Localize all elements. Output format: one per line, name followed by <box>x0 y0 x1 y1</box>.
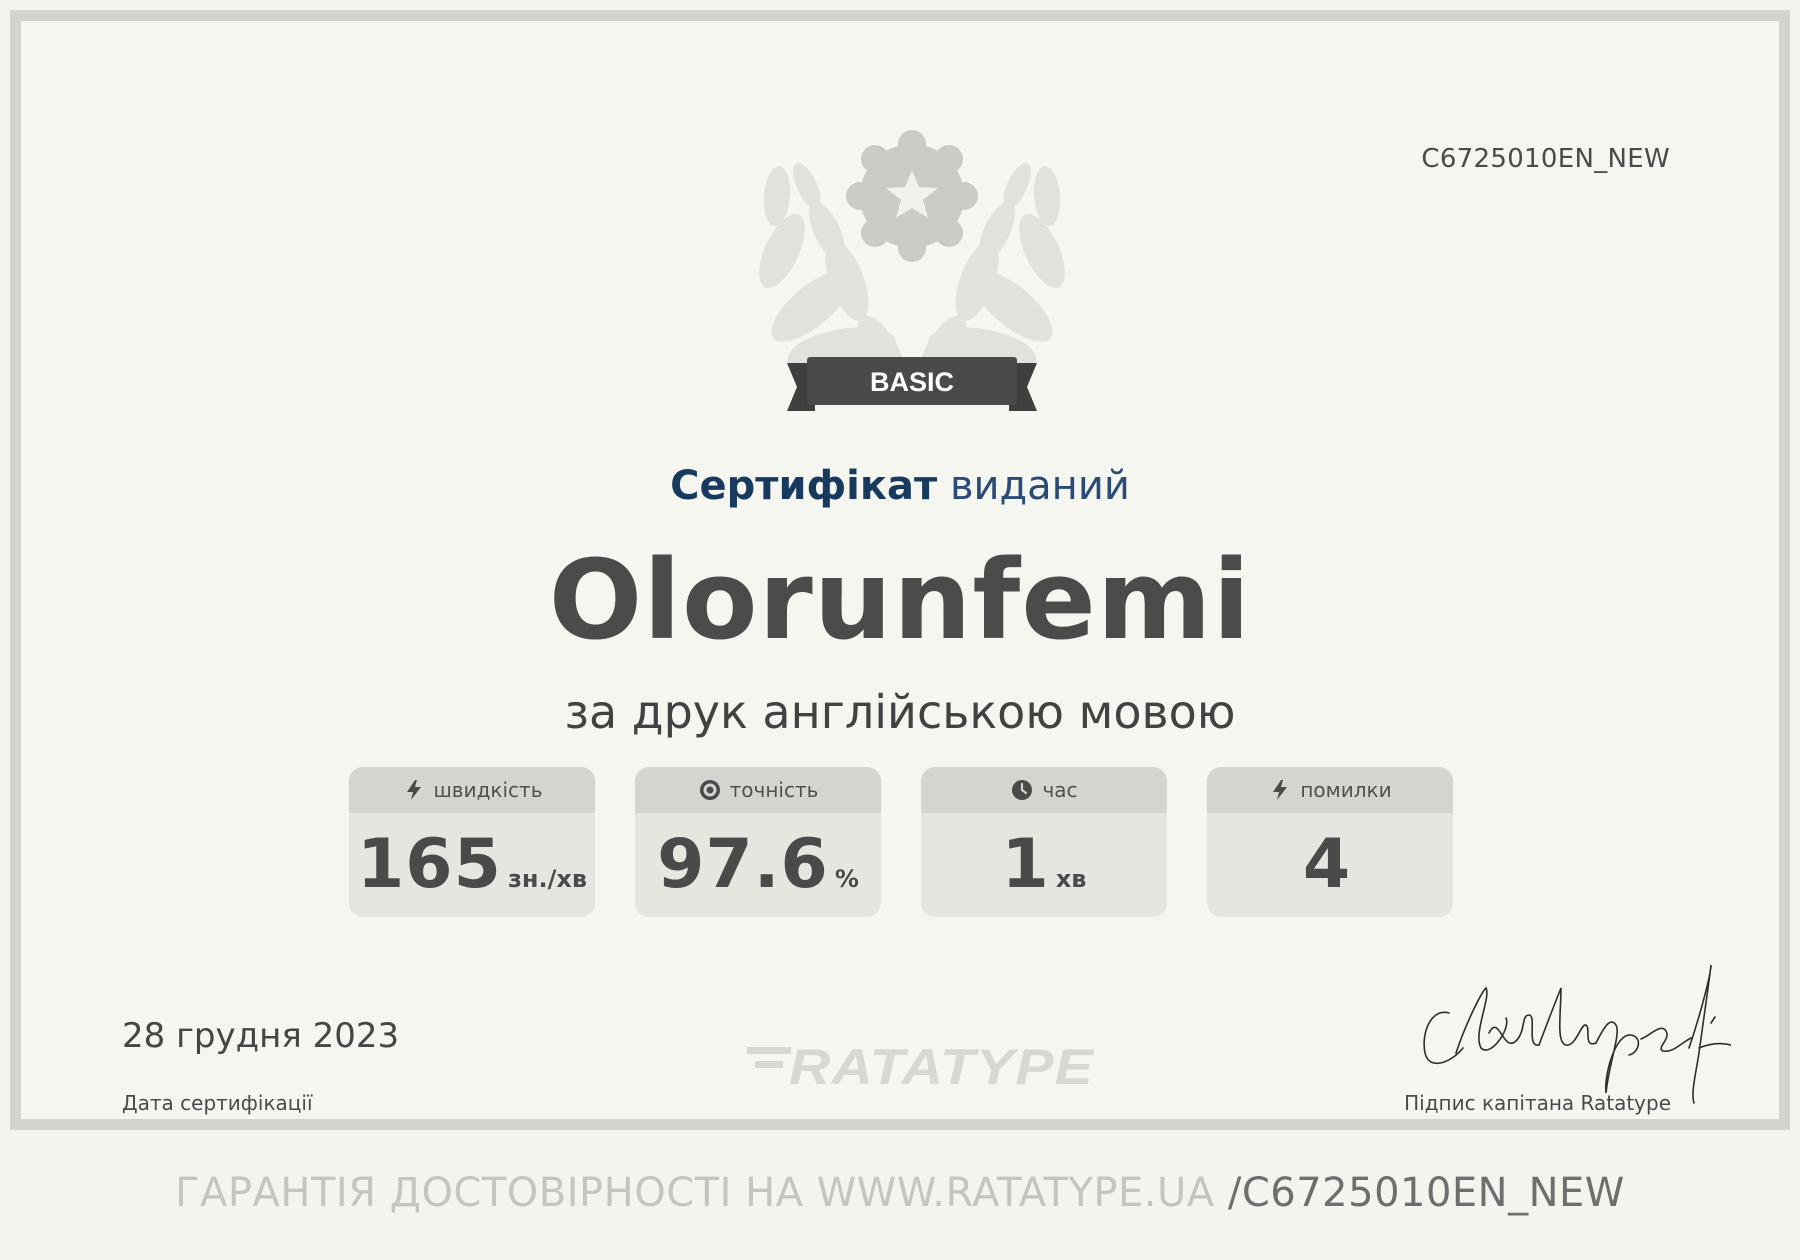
stat-unit: хв <box>1055 865 1087 893</box>
certificate-subtitle: за друк англійською мовою <box>564 685 1236 739</box>
stat-head: швидкість <box>349 767 595 813</box>
stat-accuracy: точність 97.6 % <box>635 767 881 917</box>
stat-head: помилки <box>1207 767 1453 813</box>
stat-value: 1 <box>1001 825 1050 904</box>
stat-body: 165 зн./хв <box>349 813 595 917</box>
stat-label: помилки <box>1300 778 1392 802</box>
stat-value: 97.6 <box>657 825 829 904</box>
signature-label: Підпис капітана Ratatype <box>1404 1091 1671 1115</box>
issued-light: виданий <box>949 463 1130 509</box>
issued-strong: Сертифікат <box>670 463 938 509</box>
stat-speed: швидкість 165 зн./хв <box>349 767 595 917</box>
stat-head: точність <box>635 767 881 813</box>
certificate-code: C6725010EN_NEW <box>1421 144 1670 174</box>
badge-level-label: BASIC <box>870 367 954 397</box>
stat-time: час 1 хв <box>921 767 1167 917</box>
stat-label: точність <box>729 778 819 802</box>
verification-line: ГАРАНТІЯ ДОСТОВІРНОСТІ НА WWW.RATATYPE.U… <box>0 1170 1800 1216</box>
lightning-icon <box>1273 780 1288 800</box>
ratatype-logo: RATATYPE <box>747 1039 1097 1089</box>
stat-body: 4 <box>1207 813 1453 917</box>
issued-heading: Сертифікат виданий <box>21 463 1779 509</box>
certificate: C6725010EN_NEW BASIC Сертифікат виданий … <box>10 10 1790 1130</box>
basic-level-badge: BASIC <box>727 121 1097 426</box>
stat-head: час <box>921 767 1167 813</box>
stats-row: швидкість 165 зн./хв точність 97.6 % час… <box>349 767 1453 917</box>
logo-text: RATATYPE <box>789 1039 1095 1089</box>
laurel-star-badge-icon: BASIC <box>759 130 1065 411</box>
recipient-name: Olorunfemi <box>548 536 1252 664</box>
stat-unit: зн./хв <box>507 865 588 893</box>
clock-icon <box>1012 780 1033 800</box>
stat-unit: % <box>834 865 859 893</box>
certification-date: 28 грудня 2023 <box>122 1016 400 1056</box>
lightning-icon <box>406 780 421 800</box>
target-icon <box>699 780 720 800</box>
verification-code: /C6725010EN_NEW <box>1227 1170 1625 1216</box>
stat-errors: помилки 4 <box>1207 767 1453 917</box>
certification-date-label: Дата сертифікації <box>122 1091 313 1115</box>
stat-label: швидкість <box>433 778 543 802</box>
stat-value: 4 <box>1302 825 1352 904</box>
stat-value: 165 <box>356 825 502 904</box>
stat-body: 97.6 % <box>635 813 881 917</box>
stat-label: час <box>1042 778 1078 802</box>
verification-prefix: ГАРАНТІЯ ДОСТОВІРНОСТІ НА WWW.RATATYPE.U… <box>175 1170 1228 1216</box>
stat-body: 1 хв <box>921 813 1167 917</box>
